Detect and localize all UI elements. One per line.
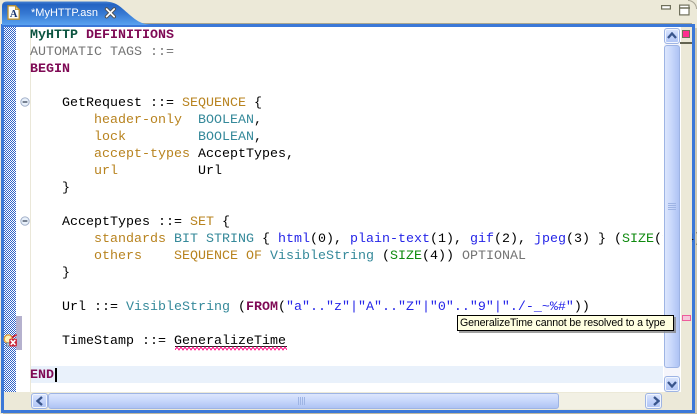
svg-text:A: A bbox=[10, 9, 18, 20]
